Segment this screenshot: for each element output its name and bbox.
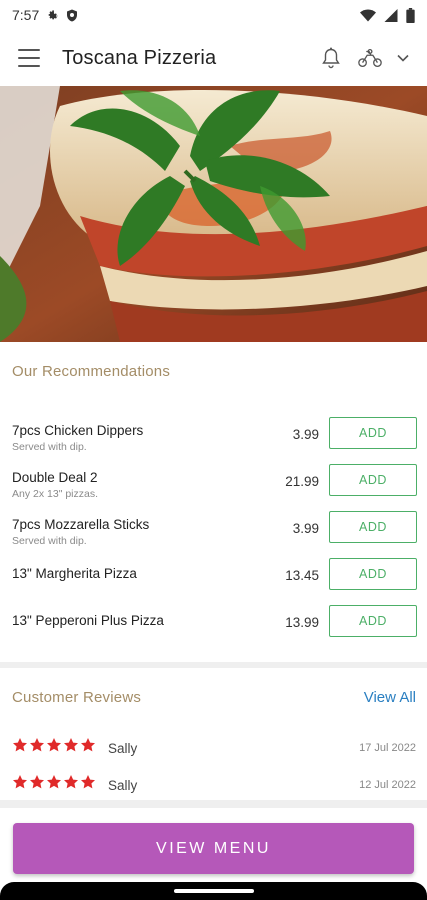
review-row: Sally 12 Jul 2022 (0, 774, 427, 798)
review-row: Sally 17 Jul 2022 (0, 737, 427, 761)
item-price: 21.99 (285, 474, 319, 489)
view-all-link[interactable]: View All (364, 689, 416, 706)
menu-icon[interactable] (18, 49, 40, 67)
list-item: Double Deal 2 Any 2x 13" pizzas. 21.99 A… (0, 462, 427, 509)
hero-image (0, 86, 427, 342)
section-divider (0, 800, 427, 808)
star-icon (81, 775, 95, 789)
star-icon (30, 775, 44, 789)
home-handle[interactable] (174, 889, 254, 893)
star-icon (47, 738, 61, 752)
list-item: 13" Pepperoni Plus Pizza 13.99 ADD (0, 603, 427, 650)
add-button[interactable]: ADD (329, 511, 417, 543)
battery-icon (406, 7, 415, 23)
star-icon (13, 738, 27, 752)
add-button[interactable]: ADD (329, 417, 417, 449)
review-date: 17 Jul 2022 (359, 742, 416, 754)
star-icon (64, 775, 78, 789)
add-button[interactable]: ADD (329, 605, 417, 637)
app-header: Toscana Pizzeria (0, 30, 427, 86)
gear-icon (46, 9, 59, 22)
reviewer-name: Sally (108, 741, 138, 756)
shield-icon (66, 9, 78, 22)
add-button[interactable]: ADD (329, 558, 417, 590)
item-price: 3.99 (292, 427, 319, 442)
star-icon (81, 738, 95, 752)
star-icon (13, 775, 27, 789)
recommendations-section: Our Recommendations 7pcs Chicken Dippers… (0, 342, 427, 662)
item-name: Double Deal 2 (12, 470, 98, 485)
item-name: 13" Pepperoni Plus Pizza (12, 613, 164, 628)
item-price: 3.99 (292, 521, 319, 536)
view-menu-button[interactable]: VIEW MENU (13, 823, 414, 874)
item-name: 7pcs Mozzarella Sticks (12, 517, 150, 532)
reviewer-name: Sally (108, 778, 138, 793)
chevron-down-icon[interactable] (397, 54, 409, 62)
page-title: Toscana Pizzeria (62, 46, 217, 69)
item-description: Served with dip. (12, 441, 87, 453)
add-button[interactable]: ADD (329, 464, 417, 496)
system-nav-bar (0, 882, 427, 900)
bell-icon[interactable] (319, 46, 343, 70)
star-icon (64, 738, 78, 752)
item-description: Served with dip. (12, 535, 87, 547)
list-item: 7pcs Mozzarella Sticks Served with dip. … (0, 509, 427, 556)
star-icon (47, 775, 61, 789)
item-description: Any 2x 13" pizzas. (12, 488, 99, 500)
item-name: 7pcs Chicken Dippers (12, 423, 144, 438)
list-item: 7pcs Chicken Dippers Served with dip. 3.… (0, 415, 427, 462)
reviews-section: Customer Reviews View All Sally 17 Jul 2… (0, 668, 427, 800)
signal-icon (384, 8, 398, 22)
recommendations-title: Our Recommendations (12, 363, 171, 380)
status-bar: 7:57 (0, 0, 427, 30)
item-price: 13.99 (285, 615, 319, 630)
star-rating (12, 737, 96, 753)
delivery-scooter-icon[interactable] (357, 47, 383, 69)
reviews-title: Customer Reviews (12, 689, 142, 706)
star-rating (12, 774, 96, 790)
star-icon (30, 738, 44, 752)
recommendations-list: 7pcs Chicken Dippers Served with dip. 3.… (0, 415, 427, 650)
list-item: 13" Margherita Pizza 13.45 ADD (0, 556, 427, 603)
item-price: 13.45 (285, 568, 319, 583)
status-time: 7:57 (12, 7, 40, 23)
wifi-icon (360, 9, 376, 22)
item-name: 13" Margherita Pizza (12, 566, 137, 581)
review-date: 12 Jul 2022 (359, 779, 416, 791)
